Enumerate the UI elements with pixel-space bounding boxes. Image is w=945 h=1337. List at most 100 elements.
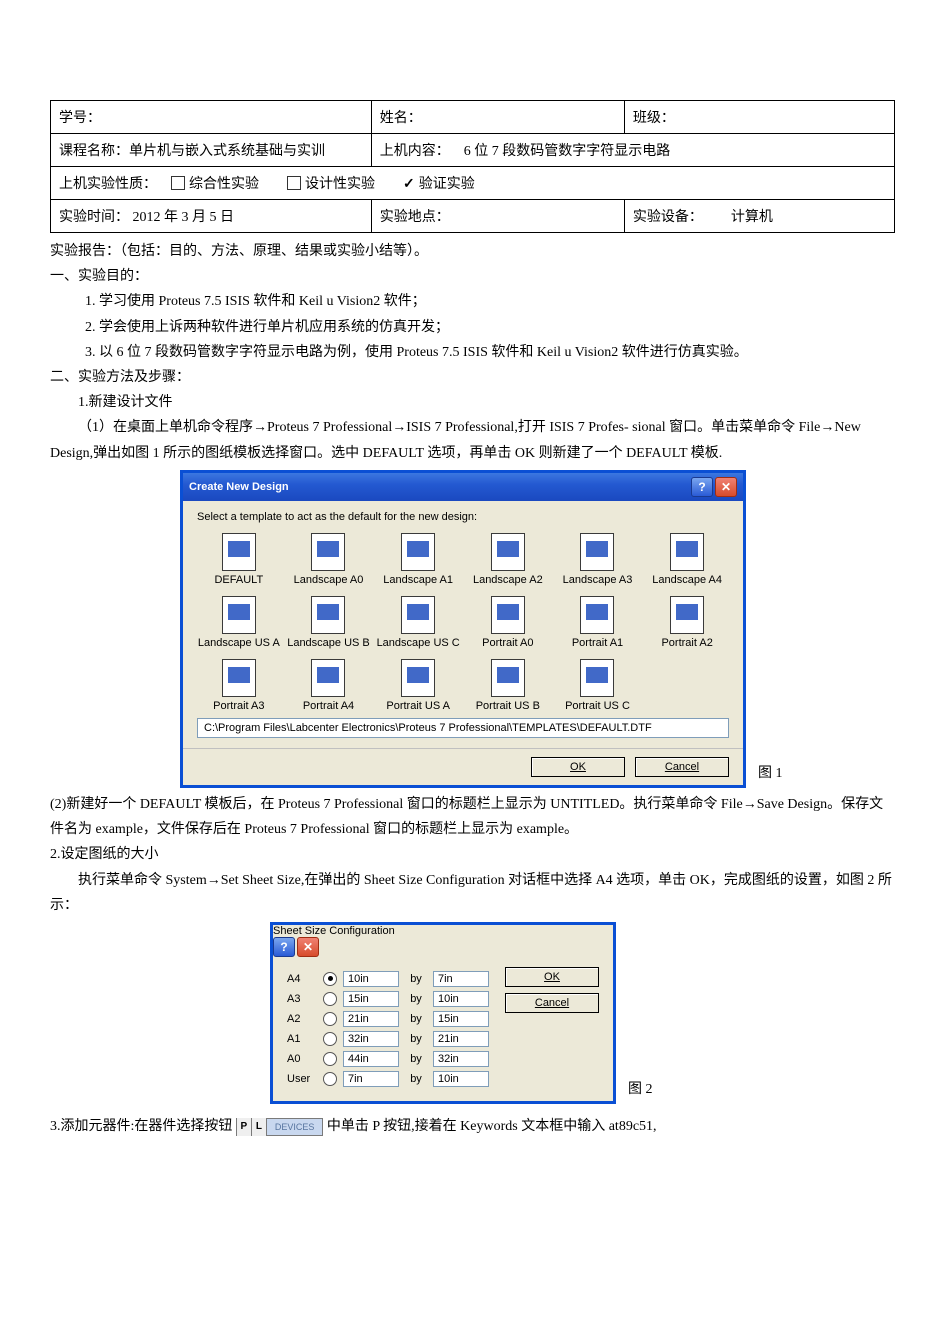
radio-user[interactable] <box>323 1072 337 1086</box>
exp-nature-label: 上机实验性质： <box>59 177 157 192</box>
template-grid: DEFAULT Landscape A0 Landscape A1 Landsc… <box>197 533 729 712</box>
by-label: by <box>405 1033 427 1045</box>
radio-a2[interactable] <box>323 1012 337 1026</box>
dialog-titlebar: Sheet Size Configuration ? ✕ <box>273 925 613 957</box>
l-button[interactable]: L <box>252 1118 267 1136</box>
width-input[interactable]: 7in <box>343 1071 399 1087</box>
template-label: Portrait A3 <box>213 700 264 712</box>
template-label: Portrait US B <box>476 700 540 712</box>
template-item[interactable]: Portrait A3 <box>197 659 281 712</box>
template-icon <box>670 596 704 634</box>
template-path: C:\Program Files\Labcenter Electronics\P… <box>197 718 729 738</box>
help-icon[interactable]: ? <box>691 477 713 497</box>
template-item[interactable]: Portrait A2 <box>645 596 729 649</box>
para4: 3.添加元器件:在器件选择按钮 P L DEVICES 中单击 P 按钮,接着在… <box>50 1114 895 1139</box>
size-label: User <box>287 1073 317 1085</box>
template-item[interactable]: Portrait US A <box>376 659 460 712</box>
template-item[interactable]: Landscape A3 <box>556 533 640 586</box>
template-item[interactable]: Landscape A2 <box>466 533 550 586</box>
template-item[interactable]: Landscape A4 <box>645 533 729 586</box>
template-item[interactable]: Portrait A0 <box>466 596 550 649</box>
class-label: 班级： <box>633 111 675 126</box>
radio-a4[interactable] <box>323 972 337 986</box>
sec1-title: 一、实验目的： <box>50 264 895 289</box>
width-input[interactable]: 32in <box>343 1031 399 1047</box>
sec2-sub1: 1.新建设计文件 <box>50 390 895 415</box>
template-icon <box>311 596 345 634</box>
template-icon <box>311 659 345 697</box>
radio-a0[interactable] <box>323 1052 337 1066</box>
ok-button[interactable]: OK <box>505 967 599 987</box>
height-input[interactable]: 21in <box>433 1031 489 1047</box>
sec1-item3: 3. 以 6 位 7 段数码管数字字符显示电路为例，使用 Proteus 7.5… <box>50 340 895 365</box>
exp-time-value: 2012 年 3 月 5 日 <box>133 210 235 225</box>
close-icon[interactable]: ✕ <box>297 937 319 957</box>
width-input[interactable]: 10in <box>343 971 399 987</box>
cancel-button[interactable]: Cancel <box>635 757 729 777</box>
check-icon: ✓ <box>403 177 415 192</box>
help-icon[interactable]: ? <box>273 937 295 957</box>
template-item[interactable]: Landscape US C <box>376 596 460 649</box>
width-input[interactable]: 15in <box>343 991 399 1007</box>
radio-a1[interactable] <box>323 1032 337 1046</box>
template-item[interactable]: Portrait US B <box>466 659 550 712</box>
height-input[interactable]: 32in <box>433 1051 489 1067</box>
template-icon <box>401 533 435 571</box>
dialog-prompt: Select a template to act as the default … <box>197 511 729 523</box>
template-icon <box>222 533 256 571</box>
template-item[interactable]: Portrait A1 <box>556 596 640 649</box>
close-icon[interactable]: ✕ <box>715 477 737 497</box>
dialog-titlebar: Create New Design ? ✕ <box>183 473 743 501</box>
template-label: Portrait A2 <box>661 637 712 649</box>
template-label: Portrait A1 <box>572 637 623 649</box>
template-item[interactable]: Landscape A1 <box>376 533 460 586</box>
figure-1-label: 图 1 <box>758 762 783 788</box>
template-item[interactable]: Landscape US B <box>287 596 371 649</box>
template-label: Landscape US B <box>287 637 370 649</box>
size-label: A1 <box>287 1033 317 1045</box>
height-input[interactable]: 7in <box>433 971 489 987</box>
para4-a: 3.添加元器件:在器件选择按钮 <box>50 1119 232 1134</box>
template-icon <box>670 533 704 571</box>
template-label: DEFAULT <box>214 574 263 586</box>
exp-opt2: 设计性实验 <box>305 177 375 192</box>
p-button[interactable]: P <box>237 1118 252 1136</box>
radio-a3[interactable] <box>323 992 337 1006</box>
template-item[interactable]: DEFAULT <box>197 533 281 586</box>
sheet-size-dialog: Sheet Size Configuration ? ✕ A410inby7in… <box>270 922 616 1104</box>
template-label: Portrait A4 <box>303 700 354 712</box>
by-label: by <box>405 1073 427 1085</box>
template-item[interactable]: Portrait US C <box>556 659 640 712</box>
template-icon <box>580 533 614 571</box>
by-label: by <box>405 1053 427 1065</box>
width-input[interactable]: 44in <box>343 1051 399 1067</box>
height-input[interactable]: 15in <box>433 1011 489 1027</box>
course-label: 课程名称：单片机与嵌入式系统基础与实训 <box>59 144 325 159</box>
template-label: Landscape A2 <box>473 574 543 586</box>
width-input[interactable]: 21in <box>343 1011 399 1027</box>
template-item[interactable]: Portrait A4 <box>287 659 371 712</box>
checkbox-design[interactable] <box>287 176 301 190</box>
template-icon <box>580 596 614 634</box>
ok-button[interactable]: OK <box>531 757 625 777</box>
checkbox-comprehensive[interactable] <box>171 176 185 190</box>
template-icon <box>222 596 256 634</box>
sec1-item1: 1. 学习使用 Proteus 7.5 ISIS 软件和 Keil u Visi… <box>50 289 895 314</box>
exp-place-label: 实验地点： <box>380 210 450 225</box>
height-input[interactable]: 10in <box>433 991 489 1007</box>
device-picker-badge: P L DEVICES <box>236 1118 324 1136</box>
sec2-sub2: 2.设定图纸的大小 <box>50 842 895 867</box>
template-label: Landscape A1 <box>383 574 453 586</box>
exp-device-value: 计算机 <box>731 210 773 225</box>
template-icon <box>491 596 525 634</box>
template-item[interactable]: Landscape A0 <box>287 533 371 586</box>
size-label: A3 <box>287 993 317 1005</box>
height-input[interactable]: 10in <box>433 1071 489 1087</box>
machine-content-value: 6 位 7 段数码管数字字符显示电路 <box>464 144 671 159</box>
template-icon <box>401 659 435 697</box>
size-label: A0 <box>287 1053 317 1065</box>
template-item[interactable]: Landscape US A <box>197 596 281 649</box>
template-icon <box>580 659 614 697</box>
template-label: Landscape A3 <box>563 574 633 586</box>
cancel-button[interactable]: Cancel <box>505 993 599 1013</box>
